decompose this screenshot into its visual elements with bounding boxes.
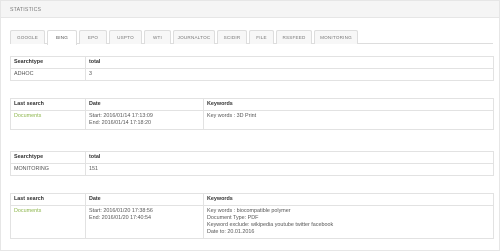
keywords-header: Keywords	[203, 98, 494, 111]
adhoc-last-search-table: Last search Date Keywords Documents Star…	[10, 98, 494, 130]
monitoring-total-table: Searchtype total MONITORING 151	[10, 151, 494, 176]
date-header: Date	[85, 193, 204, 206]
end-date: End: 2016/01/20 17:40:54	[89, 214, 152, 221]
documents-link[interactable]: Documents	[14, 113, 41, 119]
keyword-line: Document Type: PDF	[207, 214, 259, 221]
total-header: total	[85, 151, 494, 164]
keyword-line: Date to: 20.01.2016	[207, 229, 255, 236]
adhoc-total-table: Searchtype total ADHOC 3	[10, 56, 494, 81]
last-search-header: Last search	[10, 193, 86, 206]
tab-monitoring[interactable]: MONITORING	[314, 30, 358, 44]
keyword-line: Key words : biocompatible polymer	[207, 207, 291, 214]
tab-scidir[interactable]: SCIDIR	[217, 30, 247, 44]
tab-journaltoc[interactable]: JOURNALTOC	[173, 30, 215, 44]
total-cell: 3	[85, 67, 494, 81]
tab-rssfeed[interactable]: RSSFEED	[276, 30, 312, 44]
searchtype-header: Searchtype	[10, 151, 86, 164]
searchtype-cell: ADHOC	[10, 67, 86, 81]
date-header: Date	[85, 98, 204, 111]
start-date: Start: 2016/01/20 17:38:56	[89, 207, 153, 214]
panel-title: STATISTICS	[10, 7, 42, 13]
tab-uspto[interactable]: USPTO	[109, 30, 142, 44]
tab-epo[interactable]: EPO	[79, 30, 107, 44]
searchtype-cell: MONITORING	[10, 162, 86, 176]
end-date: End: 2016/01/14 17:18:20	[89, 119, 152, 126]
tab-google[interactable]: GOOGLE	[10, 30, 45, 44]
search-source-tabs: GOOGLE BING EPO USPTO WTI JOURNALTOC SCI…	[10, 30, 493, 45]
monitoring-last-search-table: Last search Date Keywords Documents Star…	[10, 193, 494, 240]
start-date: Start: 2016/01/14 17:13:09	[89, 112, 153, 119]
total-header: total	[85, 56, 494, 69]
keywords-header: Keywords	[203, 193, 494, 206]
panel-header: STATISTICS	[1, 1, 499, 18]
keyword-line: Keyword exclude: wikipedia youtube twitt…	[207, 222, 334, 228]
documents-link[interactable]: Documents	[14, 208, 41, 214]
tab-bing[interactable]: BING	[47, 30, 77, 45]
last-search-header: Last search	[10, 98, 86, 111]
statistics-panel: STATISTICS GOOGLE BING EPO USPTO WTI JOU…	[0, 0, 500, 251]
tab-file[interactable]: FILE	[249, 30, 274, 44]
searchtype-header: Searchtype	[10, 56, 86, 69]
total-cell: 151	[85, 162, 494, 176]
keyword-line: Key words : 3D Print	[207, 112, 257, 119]
tab-wti[interactable]: WTI	[144, 30, 171, 44]
